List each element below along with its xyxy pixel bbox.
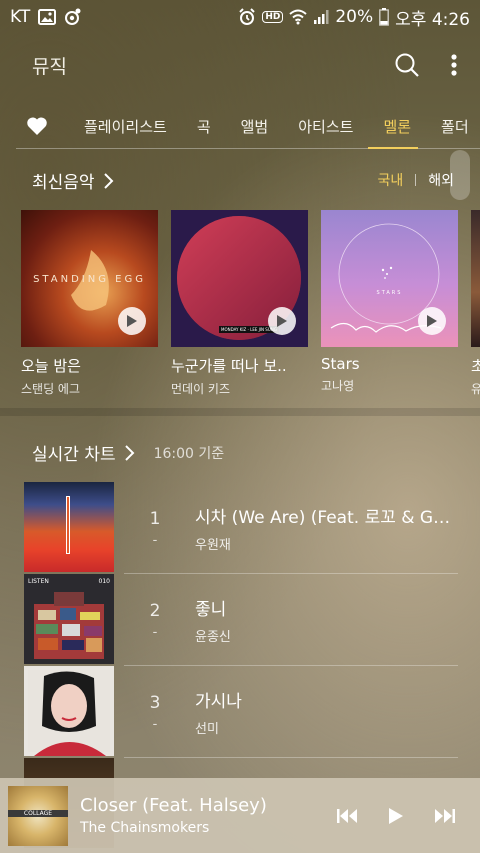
wifi-icon (289, 9, 308, 25)
album-artist: 스탠딩 에그 (21, 382, 81, 396)
album-title: 초 (471, 355, 480, 376)
chart-rank-change: - (152, 716, 158, 732)
album-title: 누군가를 떠나 보.. (171, 357, 287, 375)
alarm-icon (238, 8, 256, 26)
section-divider (0, 408, 480, 416)
album-card[interactable]: 초 유 (471, 210, 480, 400)
previous-track-icon[interactable] (336, 808, 358, 824)
hd-voice-badge: HD (262, 11, 284, 23)
chart-row[interactable]: 3 - 가시나 선미 (0, 666, 480, 758)
status-bar: KT HD 20% 오후 4:26 (0, 0, 480, 34)
album-artist: 먼데이 키즈 (171, 382, 231, 396)
search-icon[interactable] (394, 52, 420, 78)
album-title: 오늘 밤은 (21, 357, 81, 375)
scrollbar-thumb[interactable] (450, 150, 470, 200)
clock: 오후 4:26 (395, 9, 470, 30)
more-options-icon[interactable] (450, 53, 458, 77)
now-playing-artist: The Chainsmokers (80, 820, 210, 836)
new-music-title: 최신음악 (32, 173, 95, 193)
heart-icon (27, 117, 47, 135)
chart-song-artist: 윤종신 (195, 630, 231, 645)
category-tabs: 플레이리스트 곡 앨범 아티스트 멜론 폴더 (0, 104, 480, 148)
chart-rank-change: - (152, 624, 158, 640)
chart-song-title: 시차 (We Are) (Feat. 로꼬 & GRA.. (195, 508, 460, 528)
chart-album-cover (24, 666, 114, 756)
play-icon (427, 315, 437, 327)
album-cover: MONDAY KIZ · LEE JIN SUNG (171, 210, 308, 347)
play-icon[interactable] (388, 807, 404, 825)
now-playing-cover: COLLAGE (8, 785, 68, 846)
region-separator (415, 174, 417, 186)
tab-artists[interactable]: 아티스트 (298, 116, 353, 137)
notification-icon (64, 8, 82, 26)
now-playing-cover-text: COLLAGE (8, 809, 68, 817)
album-card[interactable]: MONDAY KIZ · LEE JIN SUNG 누군가를 떠나 보.. 먼데… (171, 210, 308, 400)
tab-songs[interactable]: 곡 (197, 116, 211, 137)
album-artist: 고나영 (321, 379, 355, 393)
album-cover (471, 210, 480, 347)
chart-song-title: 좋니 (195, 600, 227, 620)
tab-folders[interactable]: 폴더 (441, 116, 469, 137)
play-button[interactable] (118, 307, 146, 335)
chevron-right-icon (124, 444, 135, 461)
chart-rank: 1 (149, 508, 161, 529)
image-icon (38, 9, 57, 25)
chart-row[interactable]: LISTEN 010 2 - 좋니 윤종신 (0, 574, 480, 666)
new-music-carousel: STANDING EGG 오늘 밤은 스탠딩 에그 MONDAY KIZ · L… (21, 210, 480, 400)
new-music-header[interactable]: 최신음악 (32, 168, 115, 193)
chart-song-title: 가시나 (195, 692, 242, 712)
album-cover-text: STARS (376, 290, 403, 296)
signal-icon (313, 9, 329, 25)
chart-song-artist: 선미 (195, 722, 219, 737)
album-title: Stars (321, 355, 360, 373)
app-header: 뮤직 (0, 40, 480, 90)
chart-rank: 3 (149, 692, 161, 713)
album-card[interactable]: STANDING EGG 오늘 밤은 스탠딩 에그 (21, 210, 158, 400)
region-domestic-button[interactable]: 국내 (377, 170, 403, 190)
tab-albums[interactable]: 앨범 (241, 116, 269, 137)
realtime-chart-title: 실시간 차트 (32, 445, 116, 465)
play-icon (277, 315, 287, 327)
chart-album-cover: LISTEN 010 (24, 574, 114, 664)
album-cover-text: STANDING EGG (33, 274, 146, 285)
chart-rank: 2 (149, 600, 161, 621)
page-title: 뮤직 (32, 55, 67, 78)
play-icon (127, 315, 137, 327)
mini-player[interactable]: COLLAGE Closer (Feat. Halsey) The Chains… (0, 778, 480, 853)
chart-updated-time: 16:00 기준 (153, 445, 225, 462)
chart-album-cover (24, 482, 114, 572)
next-track-icon[interactable] (434, 808, 456, 824)
play-button[interactable] (418, 307, 446, 335)
battery-icon (379, 8, 390, 26)
chart-row[interactable]: 1 - 시차 (We Are) (Feat. 로꼬 & GRA.. 우원재 (0, 482, 480, 574)
album-cover: STANDING EGG (21, 210, 158, 347)
album-card[interactable]: STARS Stars 고나영 (321, 210, 458, 400)
realtime-chart-header[interactable]: 실시간 차트 16:00 기준 (32, 440, 224, 465)
region-toggle: 국내 해외 (377, 170, 454, 190)
album-cover: STARS (321, 210, 458, 347)
chevron-right-icon (103, 172, 113, 189)
play-button[interactable] (268, 307, 296, 335)
active-tab-indicator (368, 147, 418, 149)
chart-song-artist: 우원재 (195, 538, 231, 553)
battery-percent: 20% (335, 7, 374, 27)
carrier-label: KT (10, 7, 31, 27)
chart-rank-change: - (152, 532, 158, 548)
album-artist: 유 (471, 382, 480, 396)
tab-favorites[interactable] (26, 116, 48, 136)
now-playing-title: Closer (Feat. Halsey) (80, 795, 267, 816)
tab-melon[interactable]: 멜론 (383, 116, 411, 137)
tab-playlists[interactable]: 플레이리스트 (84, 116, 167, 137)
